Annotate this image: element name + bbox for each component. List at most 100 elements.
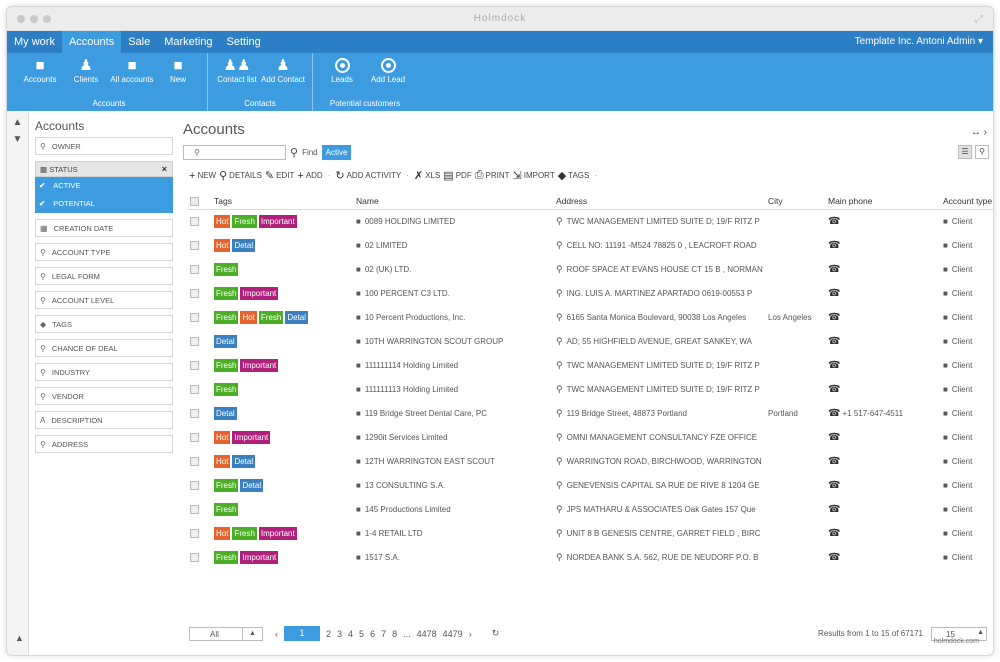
tag-badge[interactable]: Hot (214, 454, 231, 468)
phone-icon[interactable]: ☎ (828, 480, 840, 491)
refresh-icon[interactable]: ↻ (492, 628, 500, 639)
search-icon[interactable]: ⚲ (290, 146, 298, 159)
tab-accounts[interactable]: Accounts (61, 31, 122, 53)
row-checkbox[interactable] (190, 312, 199, 322)
row-checkbox[interactable] (190, 336, 199, 346)
cell-name[interactable]: ■ 0089 HOLDING LIMITED (353, 209, 553, 233)
cell-name[interactable]: ■ 10 Percent Productions, Inc. (353, 305, 553, 329)
tag-badge[interactable]: Detal (232, 238, 256, 252)
filter-owner[interactable]: ⚲ OWNER (35, 137, 173, 155)
filter-chance-of-deal[interactable]: ⚲ CHANCE OF DEAL (35, 339, 173, 357)
cell-name[interactable]: ■ 1290it Services Limited (353, 425, 553, 449)
phone-icon[interactable]: ☎ (828, 336, 840, 347)
tag-badge[interactable]: Fresh (214, 262, 239, 276)
table-row[interactable]: Hot Important ■ 1290it Services Limited ⚲ OMN… (187, 425, 993, 449)
tag-badge[interactable]: Fresh (214, 382, 239, 396)
list-view-icon[interactable]: ☰ (958, 145, 972, 159)
filter-vendor[interactable]: ⚲ VENDOR (35, 387, 173, 405)
collapse-icon[interactable]: ▲ (7, 117, 28, 128)
add-activity-button[interactable]: ↻ ADD ACTIVITY (335, 169, 401, 182)
table-row[interactable]: Hot Detal ■ 12TH WARRINGTON EAST SCOUT ⚲ WARR… (187, 449, 993, 473)
cell-name[interactable]: ■ 1517 S.A. (353, 545, 553, 569)
table-row[interactable]: Fresh ■ 145 Productions Limited ⚲ JPS MATHAR… (187, 497, 993, 521)
import-button[interactable]: ⇲ IMPORT (513, 169, 555, 182)
status-option-potential[interactable]: ✔ POTENTIAL (35, 195, 173, 213)
tag-badge[interactable]: Fresh (214, 358, 239, 372)
tag-badge[interactable]: Fresh (214, 478, 239, 492)
row-checkbox[interactable] (190, 408, 199, 418)
page-number[interactable]: 4479 (443, 629, 463, 639)
cell-name[interactable]: ■ 02 LIMITED (353, 233, 553, 257)
row-checkbox[interactable] (190, 360, 199, 370)
add-button[interactable]: + ADD (297, 170, 322, 182)
tag-badge[interactable]: Detal (285, 310, 309, 324)
filter-account-type[interactable]: ⚲ ACCOUNT TYPE (35, 243, 173, 261)
tag-badge[interactable]: Important (258, 214, 297, 228)
user-menu[interactable]: Template Inc. Antoni Admin ▾ (855, 36, 983, 47)
phone-icon[interactable]: ☎ (828, 312, 840, 323)
table-row[interactable]: Hot Fresh Important ■ 0089 HOLDING LIMITED ⚲ T… (187, 209, 993, 233)
tag-badge[interactable]: Important (240, 550, 279, 564)
tab-my-work[interactable]: My work (7, 31, 62, 53)
tag-badge[interactable]: Hot (214, 214, 231, 228)
tag-badge[interactable]: Detal (214, 334, 237, 348)
tag-badge[interactable]: Fresh (214, 550, 239, 564)
row-checkbox[interactable] (190, 216, 199, 226)
cell-name[interactable]: ■ 1-4 RETAIL LTD (353, 521, 553, 545)
phone-icon[interactable]: ☎ (828, 552, 840, 563)
tab-sale[interactable]: Sale (121, 31, 157, 53)
cell-name[interactable]: ■ 111111113 Holding Limited (353, 377, 553, 401)
table-row[interactable]: Fresh ■ 111111113 Holding Limited ⚲ TWC MANA… (187, 377, 993, 401)
phone-icon[interactable]: ☎ (828, 360, 840, 371)
page-number[interactable]: 7 (381, 629, 386, 639)
cell-name[interactable]: ■ 145 Productions Limited (353, 497, 553, 521)
active-filter-badge[interactable]: Active (321, 145, 352, 160)
tab-marketing[interactable]: Marketing (157, 31, 219, 53)
tag-badge[interactable]: Hot (240, 310, 257, 324)
row-checkbox[interactable] (190, 552, 199, 562)
filter-status-header[interactable]: ▦ STATUS × (35, 161, 173, 177)
row-checkbox[interactable] (190, 528, 199, 538)
search-input[interactable]: ⚲ (183, 145, 286, 160)
page-number[interactable]: 6 (370, 629, 375, 639)
tag-badge[interactable]: Detal (232, 454, 256, 468)
new-button[interactable]: + NEW (189, 170, 216, 182)
phone-icon[interactable]: ☎ (828, 408, 840, 419)
phone-icon[interactable]: ☎ (828, 288, 840, 299)
table-row[interactable]: Fresh Important ■ 100 PERCENT C3 LTD. ⚲ ING. … (187, 281, 993, 305)
filter-address[interactable]: ⚲ ADDRESS (35, 435, 173, 453)
table-row[interactable]: Fresh Important ■ 111111114 Holding Limited… (187, 353, 993, 377)
filter-creation-date[interactable]: ▦ CREATION DATE (35, 219, 173, 237)
filter-legal-form[interactable]: ⚲ LEGAL FORM (35, 267, 173, 285)
close-icon[interactable]: × (162, 164, 167, 174)
tag-badge[interactable]: Detal (214, 406, 237, 420)
filter-select[interactable]: All ▲ (189, 627, 263, 641)
column-address[interactable]: Address (553, 193, 765, 210)
tag-badge[interactable]: Fresh (214, 286, 239, 300)
tag-badge[interactable]: Fresh (214, 310, 239, 324)
xls-button[interactable]: ✗ XLS (414, 169, 440, 182)
table-row[interactable]: Fresh Hot Fresh Detal ■ 10 Percent Production… (187, 305, 993, 329)
column-account-type[interactable]: Account type (940, 193, 993, 210)
filter-industry[interactable]: ⚲ INDUSTRY (35, 363, 173, 381)
table-row[interactable]: Detal ■ 119 Bridge Street Dental Care, PC ⚲… (187, 401, 993, 425)
tag-badge[interactable]: Important (232, 430, 271, 444)
row-checkbox[interactable] (190, 432, 199, 442)
phone-icon[interactable]: ☎ (828, 528, 840, 539)
row-checkbox[interactable] (190, 480, 199, 490)
current-page[interactable]: 1 (284, 626, 320, 641)
phone-icon[interactable]: ☎ (828, 216, 840, 227)
tab-setting[interactable]: Setting (220, 31, 268, 53)
cell-name[interactable]: ■ 100 PERCENT C3 LTD. (353, 281, 553, 305)
filter-tags[interactable]: ◆ TAGS (35, 315, 173, 333)
cell-name[interactable]: ■ 02 (UK) LTD. (353, 257, 553, 281)
filter-description[interactable]: A DESCRIPTION (35, 411, 173, 429)
filter-account-level[interactable]: ⚲ ACCOUNT LEVEL (35, 291, 173, 309)
row-checkbox[interactable] (190, 288, 199, 298)
cell-name[interactable]: ■ 119 Bridge Street Dental Care, PC (353, 401, 553, 425)
status-option-active[interactable]: ✔ ACTIVE (35, 177, 173, 195)
table-row[interactable]: Fresh ■ 02 (UK) LTD. ⚲ ROOF SPACE AT EVANS H… (187, 257, 993, 281)
tag-badge[interactable]: Important (240, 358, 279, 372)
column-main-phone[interactable]: Main phone (825, 193, 940, 210)
fullscreen-icon[interactable]: ⤢ (975, 14, 983, 25)
